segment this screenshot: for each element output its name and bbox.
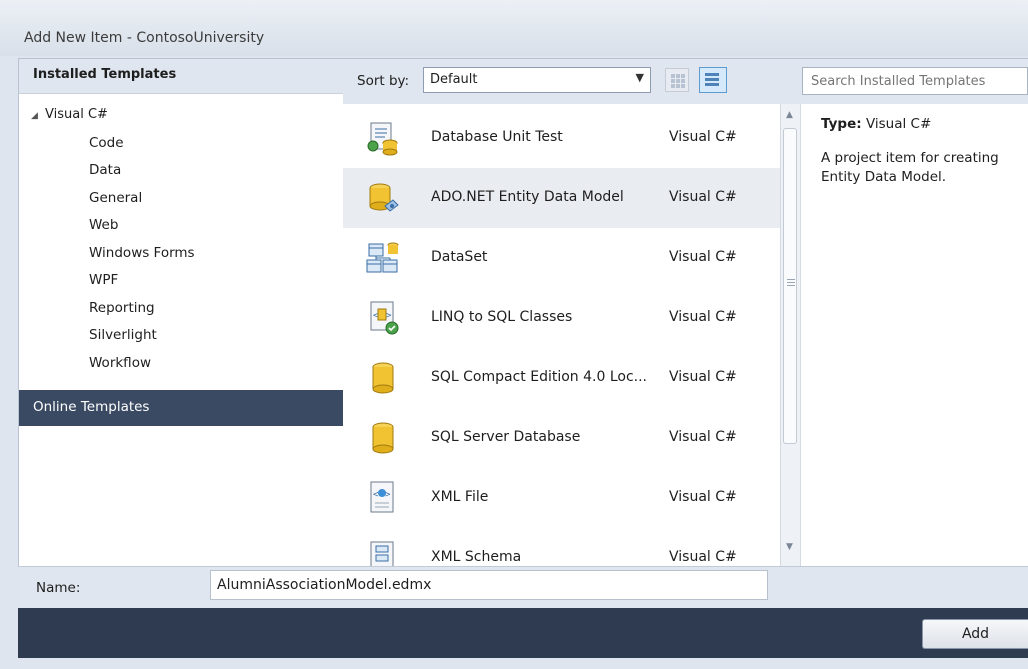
template-row-xml-schema[interactable]: XML Schema Visual C# xyxy=(343,528,780,566)
template-row-xml-file[interactable]: < > XML File Visual C# xyxy=(343,468,780,528)
item-name-input[interactable] xyxy=(210,570,768,600)
tree-item-wpf[interactable]: WPF xyxy=(89,267,118,294)
dialog-title: Add New Item - ContosoUniversity xyxy=(24,30,265,46)
add-button[interactable]: Add xyxy=(922,619,1028,649)
chevron-down-icon: ▼ xyxy=(635,71,644,84)
scroll-down-arrow-icon[interactable]: ▼ xyxy=(786,542,793,552)
tree-item-reporting[interactable]: Reporting xyxy=(89,295,155,322)
template-name: SQL Server Database xyxy=(431,429,581,445)
template-language: Visual C# xyxy=(669,189,737,205)
template-name: XML Schema xyxy=(431,549,522,565)
template-details-panel: Type: Visual C# A project item for creat… xyxy=(800,104,1028,566)
type-label: Type: xyxy=(821,116,862,132)
database-cylinder-icon xyxy=(372,422,394,454)
add-new-item-dialog: Add New Item - ContosoUniversity Install… xyxy=(0,0,1028,669)
tree-item-windows-forms[interactable]: Windows Forms xyxy=(89,240,195,267)
template-name: XML File xyxy=(431,489,489,505)
scrollbar-grip-icon xyxy=(787,279,795,287)
small-icons-grid-icon xyxy=(671,74,685,88)
template-description: A project item for creating Entity Data … xyxy=(821,150,999,185)
tree-item-data[interactable]: Data xyxy=(89,157,121,184)
template-name: DataSet xyxy=(431,249,488,265)
scrollbar-thumb[interactable] xyxy=(783,128,797,444)
title-bar: Add New Item - ContosoUniversity xyxy=(0,0,1028,56)
dialog-footer: Add xyxy=(18,608,1028,658)
entity-data-model-icon xyxy=(369,183,399,212)
template-name: SQL Compact Edition 4.0 Loc... xyxy=(431,369,648,385)
online-templates-header[interactable]: Online Templates xyxy=(19,390,343,426)
svg-text:<: < xyxy=(373,490,379,500)
template-row-sql-server-database[interactable]: SQL Server Database Visual C# xyxy=(343,408,780,468)
dataset-icon xyxy=(366,242,399,273)
template-language: Visual C# xyxy=(669,129,737,145)
tree-item-general[interactable]: General xyxy=(89,185,142,212)
xml-schema-icon xyxy=(370,541,394,566)
svg-text:>: > xyxy=(386,311,392,321)
template-row-database-unit-test[interactable]: Database Unit Test Visual C# xyxy=(343,108,780,168)
tree-item-silverlight[interactable]: Silverlight xyxy=(89,322,157,349)
sort-by-label: Sort by: xyxy=(357,73,410,89)
template-language: Visual C# xyxy=(669,489,737,505)
list-view-icon xyxy=(705,73,719,87)
template-name: ADO.NET Entity Data Model xyxy=(431,189,624,205)
database-cylinder-icon xyxy=(372,362,394,394)
list-view-button[interactable] xyxy=(699,67,727,93)
template-row-ado-net-entity-data-model[interactable]: ADO.NET Entity Data Model Visual C# xyxy=(343,168,780,228)
installed-templates-label: Installed Templates xyxy=(33,67,177,82)
template-list-scrollbar[interactable]: ▲ ▼ xyxy=(780,104,801,566)
template-name: Database Unit Test xyxy=(431,129,563,145)
linq-to-sql-icon: < > xyxy=(370,301,399,335)
template-name: LINQ to SQL Classes xyxy=(431,309,573,325)
online-templates-label: Online Templates xyxy=(33,399,150,415)
template-list: Database Unit Test Visual C# ADO.NET Ent… xyxy=(343,104,780,566)
small-icons-view-button[interactable] xyxy=(665,68,689,92)
type-line: Type: Visual C# xyxy=(821,116,931,132)
template-language: Visual C# xyxy=(669,249,737,265)
name-bar: Name: xyxy=(18,566,1028,609)
tree-node-visual-csharp[interactable]: ◢ Visual C# xyxy=(31,103,108,127)
template-category-panel: Installed Templates ◢ Visual C# Code Data… xyxy=(18,58,344,568)
installed-templates-header[interactable]: Installed Templates xyxy=(19,59,343,94)
sort-dropdown-value: Default xyxy=(430,72,478,87)
template-language: Visual C# xyxy=(669,429,737,445)
template-row-sql-compact-edition[interactable]: SQL Compact Edition 4.0 Loc... Visual C# xyxy=(343,348,780,408)
sort-dropdown[interactable]: Default ▼ xyxy=(423,67,651,93)
search-header xyxy=(800,58,1028,104)
svg-text:>: > xyxy=(385,490,391,500)
dialog-bottom-edge xyxy=(0,658,1028,669)
tree-node-label: Visual C# xyxy=(45,107,108,122)
expand-arrow-icon[interactable]: ◢ xyxy=(31,104,45,128)
tree-item-code[interactable]: Code xyxy=(89,130,124,157)
template-row-linq-to-sql-classes[interactable]: < > LINQ to SQL Classes Visual C# xyxy=(343,288,780,348)
template-language: Visual C# xyxy=(669,549,737,565)
template-language: Visual C# xyxy=(669,309,737,325)
database-unit-test-icon xyxy=(367,122,398,156)
search-installed-templates-input[interactable] xyxy=(802,67,1028,95)
tree-item-web[interactable]: Web xyxy=(89,212,118,239)
tree-item-workflow[interactable]: Workflow xyxy=(89,350,151,377)
scroll-up-arrow-icon[interactable]: ▲ xyxy=(786,110,793,120)
sort-toolbar: Sort by: Default ▼ xyxy=(343,58,800,104)
name-label: Name: xyxy=(36,580,81,596)
template-language: Visual C# xyxy=(669,369,737,385)
xml-file-icon: < > xyxy=(370,481,394,513)
template-row-dataset[interactable]: DataSet Visual C# xyxy=(343,228,780,288)
type-value: Visual C# xyxy=(865,116,932,132)
